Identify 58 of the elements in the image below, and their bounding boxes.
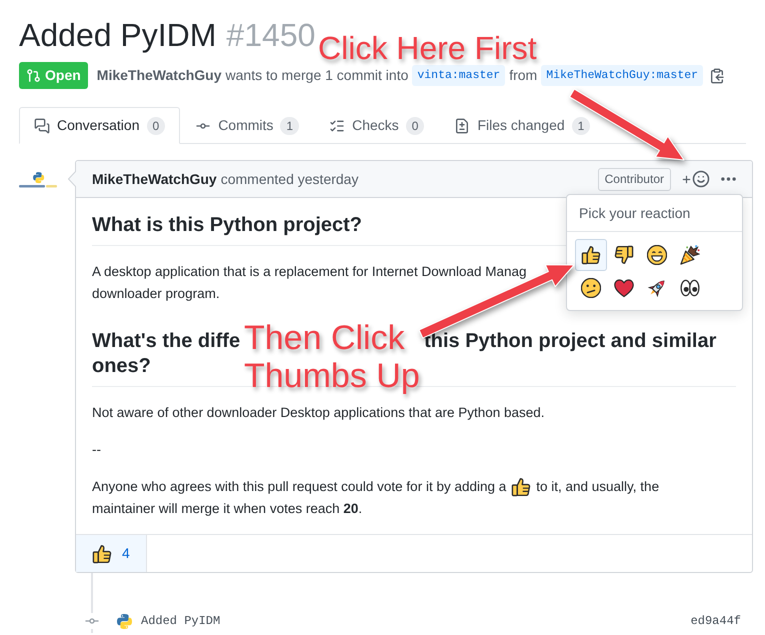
picker-title: Pick your reaction xyxy=(567,195,742,232)
comment-meta: commented yesterday xyxy=(220,170,358,189)
discussion-icon xyxy=(34,118,50,134)
pr-number: #1450 xyxy=(226,17,316,53)
paragraph-text: downloader program. xyxy=(92,286,220,301)
merge-summary: wants to merge 1 commit into xyxy=(226,66,408,85)
heading-text: this Python project and similar xyxy=(424,330,716,352)
tab[interactable]: Conversation 0 xyxy=(19,107,180,144)
paragraph-text: -- xyxy=(92,442,101,457)
tab[interactable]: Commits 1 xyxy=(180,107,314,144)
avatar-logo-icon xyxy=(18,171,58,189)
copy-branch-button[interactable] xyxy=(709,68,726,84)
count-badge: 0 xyxy=(406,116,424,134)
thumbs-up-icon xyxy=(581,245,601,265)
count-badge: 0 xyxy=(146,116,166,134)
grinning-face-icon xyxy=(647,245,667,265)
plus-icon xyxy=(681,174,692,184)
eyes-icon xyxy=(680,278,700,298)
commit-sha[interactable]: ed9a44f xyxy=(690,612,741,630)
smiley-icon xyxy=(692,170,710,188)
logo-icon xyxy=(117,614,132,628)
paragraph-text: A desktop application that is a replacement for Internet Download Manag xyxy=(92,264,527,279)
status-label: Open xyxy=(45,66,81,85)
author-name[interactable]: MikeTheWatchGuy xyxy=(96,65,222,86)
role-badge: Contributor xyxy=(598,168,671,190)
reaction-option[interactable] xyxy=(575,239,607,271)
paragraph-text: to it, and usually, the xyxy=(536,478,660,496)
pull-request-icon xyxy=(26,68,41,83)
party-popper-icon xyxy=(680,245,700,265)
pr-title: Added PyIDM xyxy=(19,17,216,53)
thumbs-down-icon xyxy=(614,245,634,265)
annotation-text: Then Click Thumbs Up xyxy=(244,319,420,395)
reaction-button[interactable]: 4 xyxy=(76,535,147,572)
author-name[interactable]: MikeTheWatchGuy xyxy=(92,168,217,190)
tab[interactable]: Checks 0 xyxy=(314,107,440,144)
paragraph-text: maintainer will merge it when votes reach 20. xyxy=(92,501,362,516)
branch-label[interactable]: vinta:master xyxy=(412,64,506,86)
rocket-icon xyxy=(647,278,667,298)
confused-face-icon xyxy=(581,278,601,298)
count-badge: 1 xyxy=(280,116,300,134)
checklist-icon xyxy=(329,118,346,134)
count-badge: 1 xyxy=(572,116,590,134)
annotation-text: Click Here First xyxy=(318,31,537,66)
more-icon xyxy=(721,177,736,181)
clipboard-icon xyxy=(709,68,726,84)
add-reaction-button[interactable] xyxy=(681,170,710,188)
heading-text: What's the diffe xyxy=(92,330,240,352)
thumbs-up-icon xyxy=(92,544,112,564)
thumbs-up-icon xyxy=(511,477,532,497)
heart-icon xyxy=(614,278,634,298)
heading-text: ones? xyxy=(92,355,151,377)
commit-message[interactable]: Added PyIDM xyxy=(141,612,220,630)
file-diff-icon xyxy=(454,118,470,134)
branch-label[interactable]: MikeTheWatchGuy:master xyxy=(541,64,704,86)
paragraph-text: Anyone who agrees with this pull request could vote for it by adding a xyxy=(92,478,506,496)
paragraph-text: Not aware of other downloader Desktop applications that are Python based. xyxy=(92,405,545,420)
heading-text: What is this Python project? xyxy=(92,214,362,236)
merge-summary: from xyxy=(509,66,538,85)
